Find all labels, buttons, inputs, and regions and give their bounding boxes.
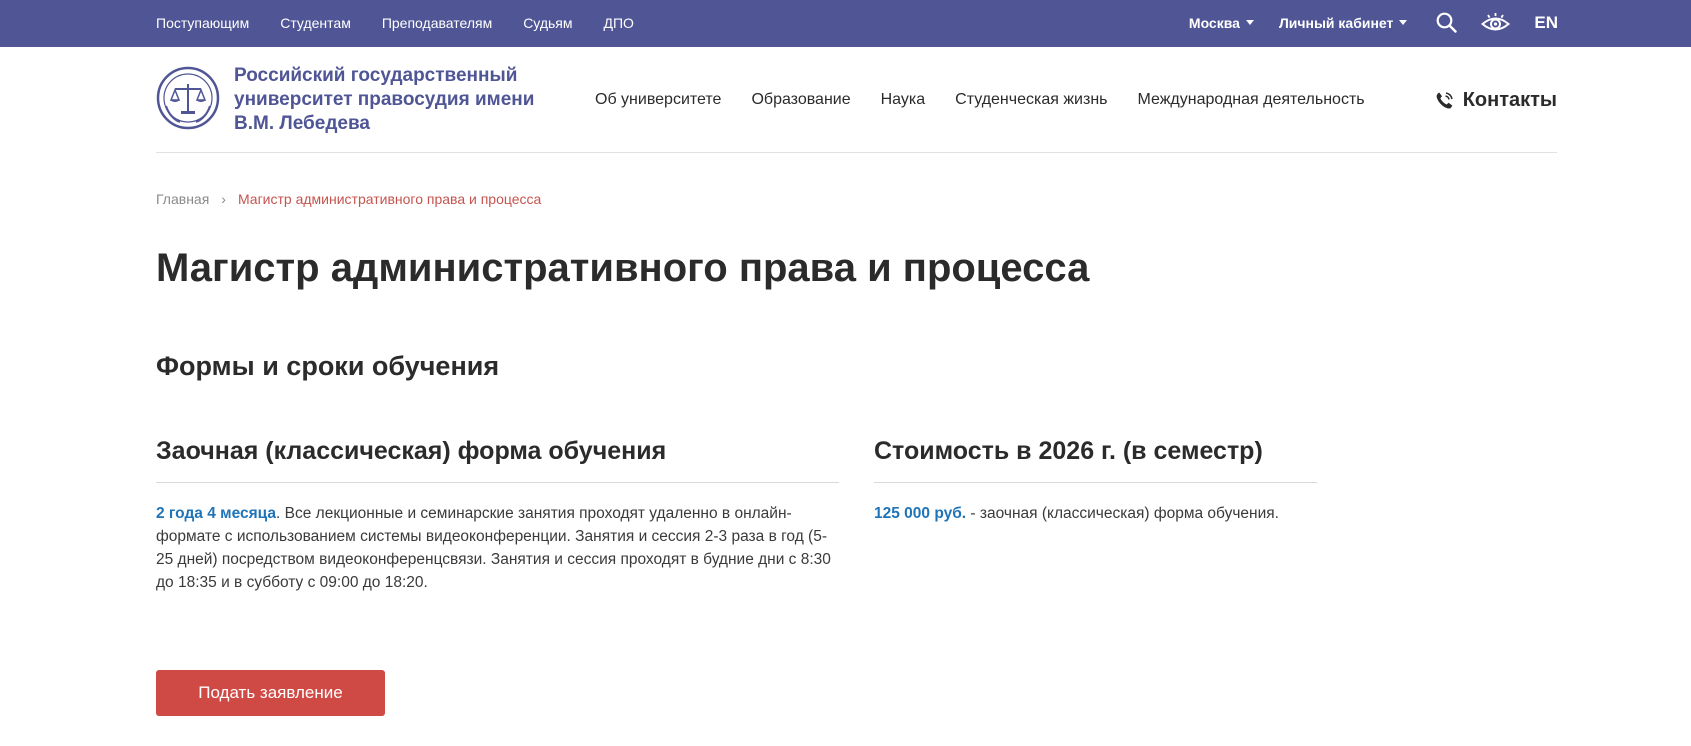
study-form-block: Заочная (классическая) форма обучения 2 …	[156, 437, 839, 594]
cost-block: Стоимость в 2026 г. (в семестр) 125 000 …	[874, 437, 1317, 525]
contacts-link[interactable]: Контакты	[1435, 47, 1557, 153]
site-header: Российский государственный университет п…	[156, 47, 1557, 153]
nav-item-science[interactable]: Наука	[881, 91, 926, 109]
city-label: Москва	[1188, 14, 1240, 31]
university-name[interactable]: Российский государственный университет п…	[234, 64, 574, 136]
study-form-text: 2 года 4 месяца. Все лекционные и семина…	[156, 502, 839, 594]
top-bar: Поступающим Студентам Преподавателям Суд…	[0, 0, 1691, 47]
contacts-label: Контакты	[1462, 88, 1557, 111]
cost-price: 125 000 руб.	[874, 505, 967, 522]
apply-button[interactable]: Подать заявление	[156, 670, 385, 716]
cost-description: - заочная (классическая) форма обучения.	[966, 505, 1279, 522]
topbar-link-judges[interactable]: Судьям	[523, 15, 572, 31]
page-title: Магистр административного права и процес…	[156, 246, 1090, 290]
study-form-heading: Заочная (классическая) форма обучения	[156, 437, 839, 483]
breadcrumb: Главная › Магистр административного прав…	[156, 191, 541, 207]
language-switch[interactable]: EN	[1534, 13, 1558, 33]
nav-item-international[interactable]: Международная деятельность	[1138, 91, 1365, 109]
cost-text: 125 000 руб. - заочная (классическая) фо…	[874, 502, 1317, 525]
cabinet-label: Личный кабинет	[1278, 14, 1394, 31]
eye-icon[interactable]	[1481, 12, 1511, 34]
university-logo[interactable]	[156, 66, 220, 130]
topbar-link-applicants[interactable]: Поступающим	[156, 15, 249, 31]
personal-cabinet-dropdown[interactable]: Личный кабинет	[1278, 14, 1408, 31]
chevron-right-icon: ›	[221, 191, 226, 207]
cost-heading: Стоимость в 2026 г. (в семестр)	[874, 437, 1317, 483]
city-selector[interactable]: Москва	[1189, 15, 1254, 31]
audience-links: Поступающим Студентам Преподавателям Суд…	[156, 0, 665, 45]
study-duration: 2 года 4 месяца	[156, 505, 277, 522]
breadcrumb-home[interactable]: Главная	[156, 191, 209, 207]
breadcrumb-current: Магистр административного права и процес…	[237, 191, 542, 207]
topbar-link-dpo[interactable]: ДПО	[604, 15, 634, 31]
nav-item-about[interactable]: Об университете	[595, 91, 721, 109]
main-nav: Об университете Образование Наука Студен…	[595, 47, 1395, 153]
topbar-link-teachers[interactable]: Преподавателям	[382, 15, 492, 31]
phone-icon	[1436, 91, 1453, 108]
chevron-down-icon	[1245, 20, 1254, 25]
nav-item-student-life[interactable]: Студенческая жизнь	[955, 91, 1107, 109]
topbar-utilities: Москва Личный кабинет EN	[1189, 0, 1558, 45]
chevron-down-icon	[1399, 20, 1408, 25]
topbar-link-students[interactable]: Студентам	[280, 15, 351, 31]
search-icon[interactable]	[1436, 12, 1458, 33]
section-title: Формы и сроки обучения	[156, 351, 500, 381]
nav-item-education[interactable]: Образование	[751, 91, 850, 109]
